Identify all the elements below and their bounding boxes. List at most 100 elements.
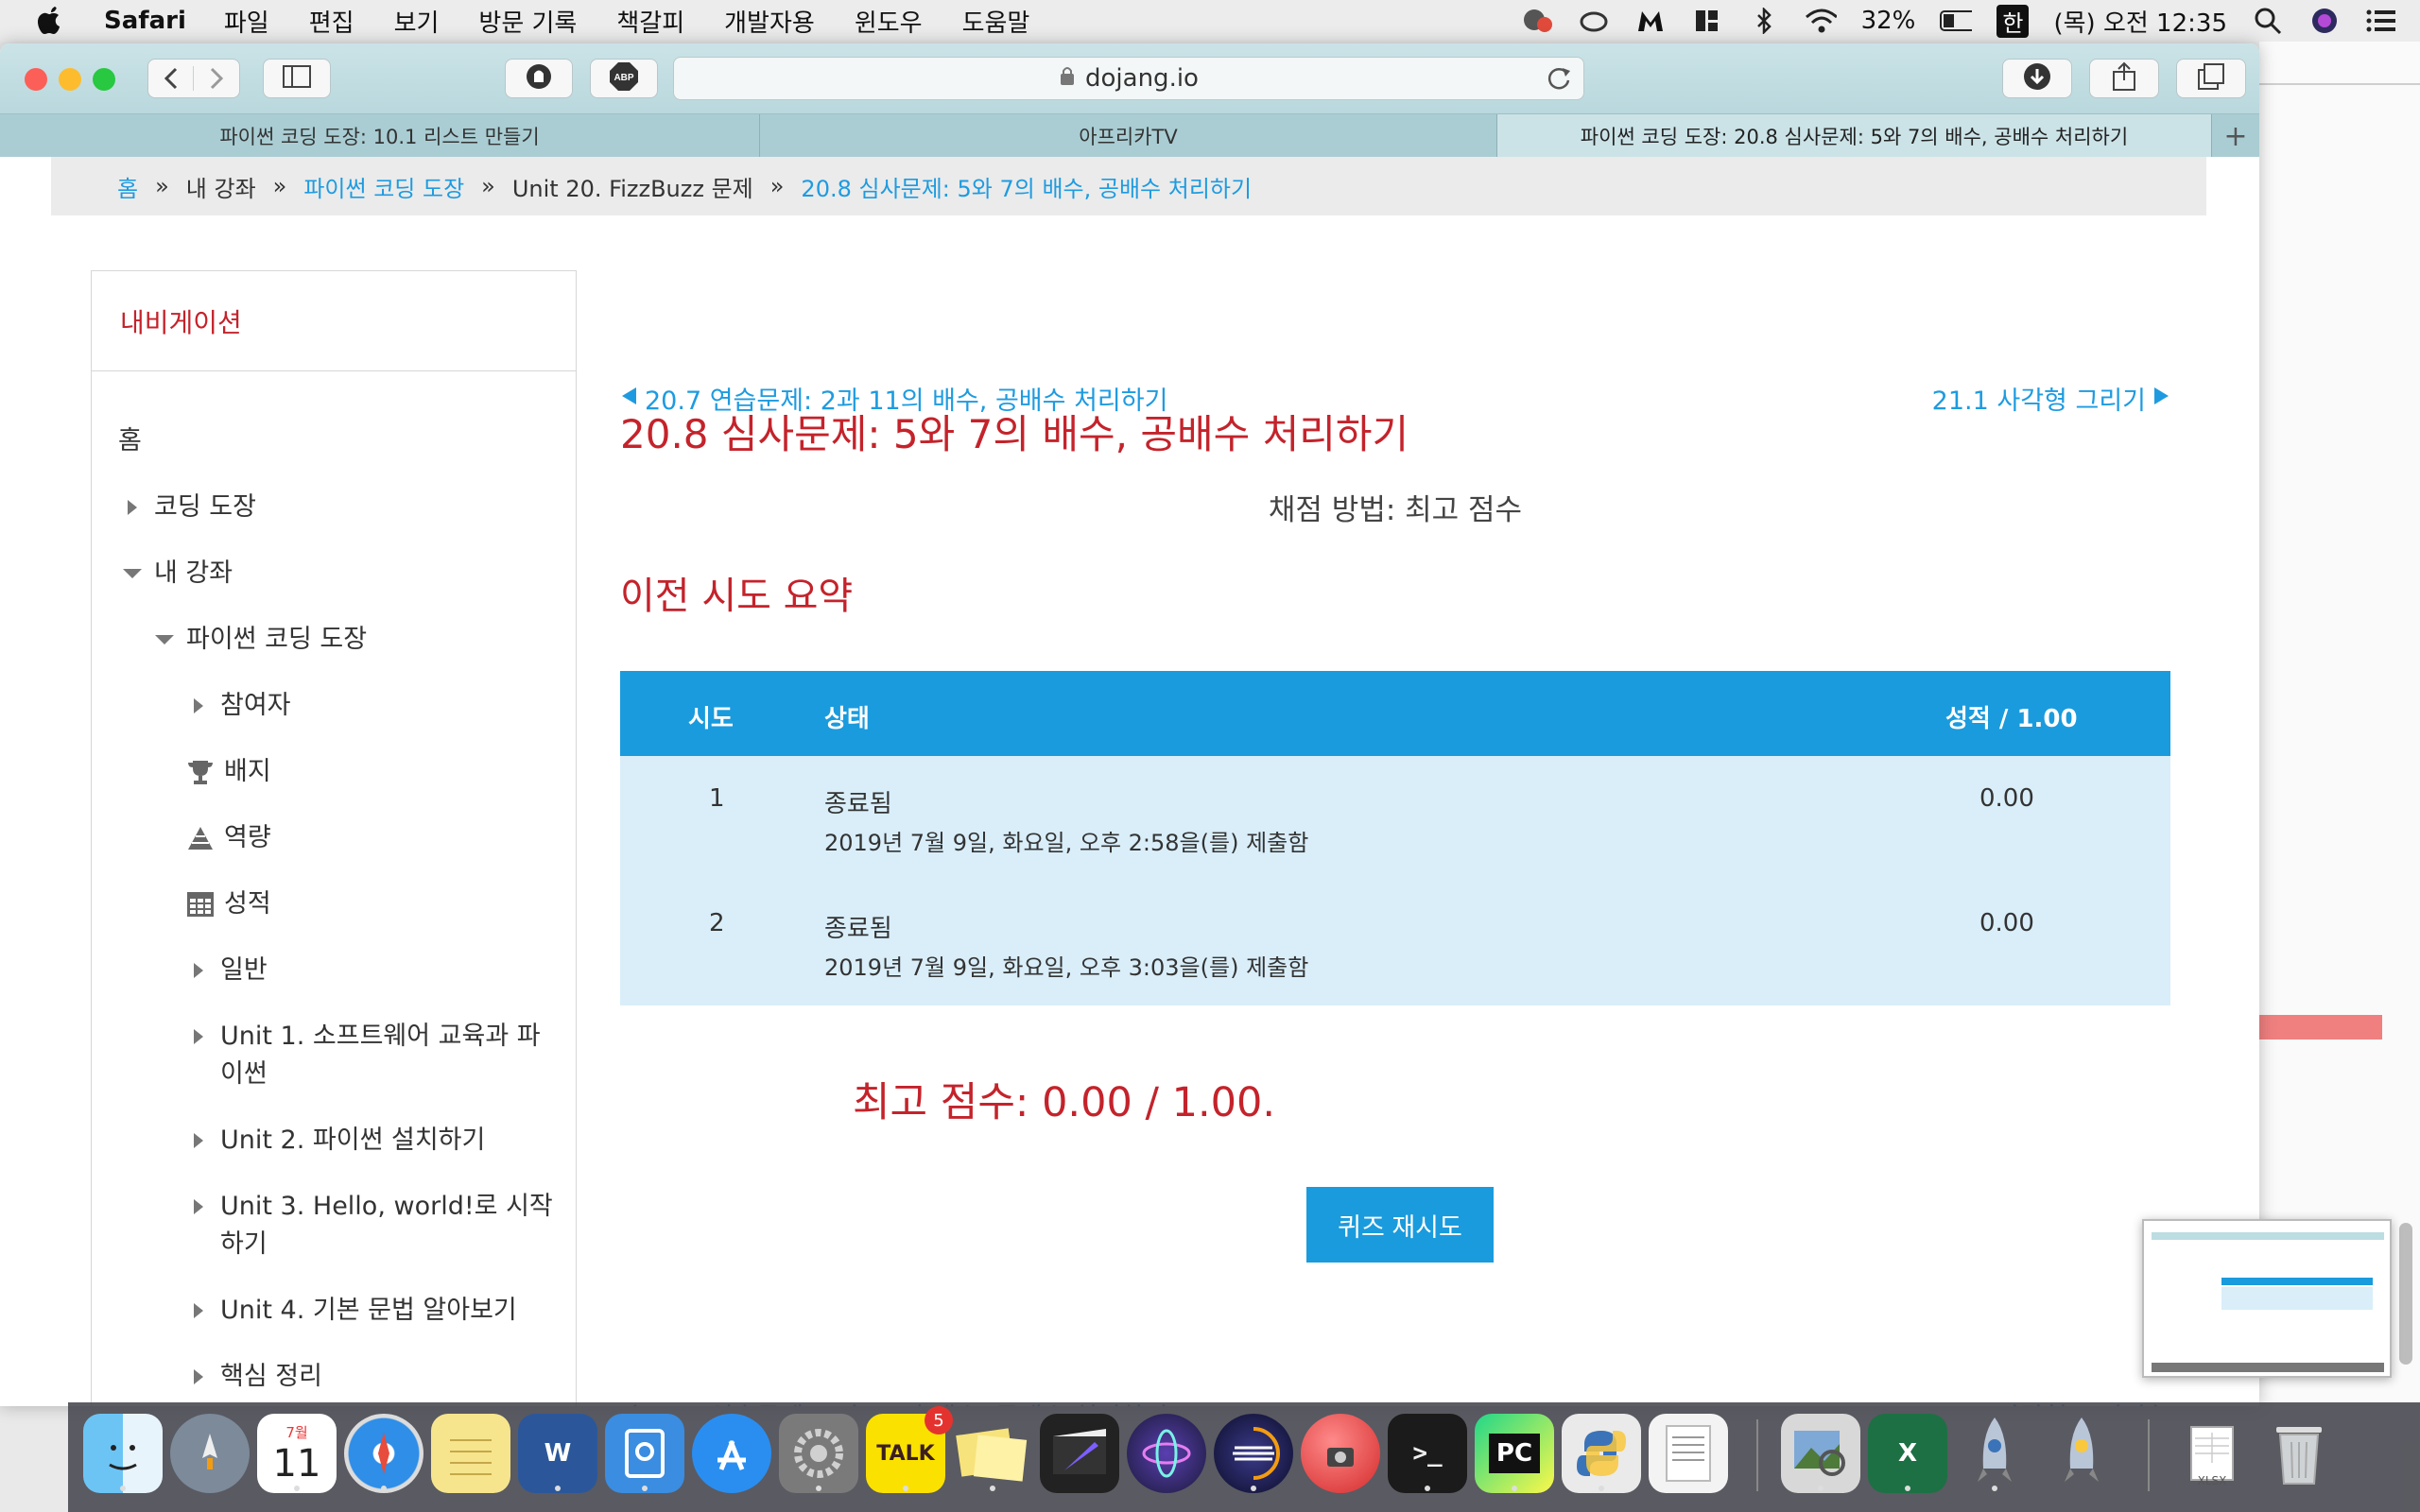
app-menu-safari[interactable]: Safari <box>104 7 186 35</box>
breadcrumb-course[interactable]: 파이썬 코딩 도장 <box>303 170 464 203</box>
nav-item-participants[interactable]: 참여자 <box>184 687 291 725</box>
background-scrollbar[interactable] <box>2399 1223 2412 1365</box>
downloads-button[interactable] <box>2002 59 2072 98</box>
menu-edit[interactable]: 편집 <box>309 4 354 39</box>
notification-center-icon[interactable] <box>2365 8 2397 34</box>
nav-label: 코딩 도장 <box>154 492 256 522</box>
nav-item-unit-4[interactable]: Unit 4. 기본 문법 알아보기 <box>184 1292 517 1330</box>
tab-title: 파이썬 코딩 도장: 10.1 리스트 만들기 <box>219 126 540 148</box>
attempt-submitted-time: 2019년 7월 9일, 화요일, 오후 3:03을(를) 제출함 <box>824 954 1309 981</box>
nav-item-badges[interactable]: 배지 <box>184 753 271 791</box>
eclipse-icon[interactable] <box>1214 1414 1293 1493</box>
nav-item-general[interactable]: 일반 <box>184 952 268 989</box>
nav-item-competencies[interactable]: 역량 <box>184 819 271 857</box>
nav-item-grades[interactable]: 성적 <box>184 885 271 923</box>
pycharm-icon[interactable]: PC <box>1475 1414 1554 1493</box>
next-activity-link[interactable]: 21.1 사각형 그리기 <box>1932 380 2170 417</box>
bluetooth-icon[interactable] <box>1748 8 1780 34</box>
thumbnail-toolbar <box>2152 1232 2384 1240</box>
nav-item-unit-3[interactable]: Unit 3. Hello, world!로 시작 하기 <box>184 1188 553 1263</box>
notes-icon[interactable] <box>431 1414 510 1493</box>
spotlight-search-icon[interactable] <box>2252 8 2284 35</box>
nav-item-unit-2[interactable]: Unit 2. 파이썬 설치하기 <box>184 1122 485 1160</box>
trash-icon[interactable] <box>2259 1414 2339 1493</box>
reload-icon[interactable] <box>1546 65 1572 98</box>
hancom-office-icon[interactable] <box>605 1414 684 1493</box>
malwarebytes-icon[interactable] <box>1634 8 1667 34</box>
python-rocket-icon-2[interactable] <box>2042 1414 2121 1493</box>
adblock-extension-button[interactable]: ABP <box>590 59 658 98</box>
calendar-icon[interactable]: 7월 11 <box>257 1414 337 1493</box>
caret-right-icon <box>184 1122 213 1160</box>
menu-bookmarks[interactable]: 책갈피 <box>616 4 684 39</box>
back-arrow-icon[interactable] <box>148 66 194 91</box>
launchpad-icon[interactable] <box>170 1414 250 1493</box>
close-window-button[interactable] <box>25 68 47 91</box>
python-rocket-icon[interactable] <box>1955 1414 2034 1493</box>
menu-view[interactable]: 보기 <box>394 4 440 39</box>
background-window-divider <box>2259 83 2420 85</box>
word-icon[interactable]: W <box>518 1414 597 1493</box>
screenshot-thumbnail[interactable] <box>2142 1219 2392 1378</box>
safari-icon[interactable] <box>344 1414 424 1493</box>
stickies-icon[interactable] <box>953 1414 1032 1493</box>
nav-item-my-courses[interactable]: 내 강좌 <box>118 555 233 593</box>
input-source-indicator[interactable]: 한 <box>1996 4 2030 38</box>
address-bar[interactable]: dojang.io <box>673 57 1584 100</box>
new-tab-button[interactable]: + <box>2212 114 2259 158</box>
nav-item-home[interactable]: 홈 <box>118 422 142 460</box>
dock-separator <box>2148 1419 2150 1491</box>
attempt-number: 1 <box>709 784 725 813</box>
apple-icon[interactable] <box>34 5 66 37</box>
tab-afreecatv[interactable]: 아프리카TV <box>760 114 1497 158</box>
sidebar-toggle-button[interactable] <box>263 59 331 98</box>
minimize-window-button[interactable] <box>59 68 81 91</box>
nav-label: Unit 2. 파이썬 설치하기 <box>220 1125 486 1155</box>
tab-overview-button[interactable] <box>2176 59 2246 98</box>
menu-bar: Safari 파일 편집 보기 방문 기록 책갈피 개발자용 윈도우 도움말 3… <box>0 0 2420 42</box>
menu-develop[interactable]: 개발자용 <box>724 4 815 39</box>
nav-item-unit-1[interactable]: Unit 1. 소프트웨어 교육과 파 이썬 <box>184 1018 541 1093</box>
tab-current-quiz[interactable]: 파이썬 코딩 도장: 20.8 심사문제: 5와 7의 배수, 공배수 처리하기 <box>1497 114 2212 158</box>
siri-icon[interactable] <box>2308 8 2341 34</box>
menu-help[interactable]: 도움말 <box>962 4 1030 39</box>
notification-icon[interactable] <box>1521 8 1553 34</box>
kakaotalk-icon[interactable]: TALK 5 <box>866 1406 953 1493</box>
breadcrumb-home[interactable]: 홈 <box>117 170 138 203</box>
finder-icon[interactable] <box>83 1414 163 1493</box>
nav-item-coding-dojang[interactable]: 코딩 도장 <box>118 489 256 526</box>
tab-bar: 파이썬 코딩 도장: 10.1 리스트 만들기 아프리카TV 파이썬 코딩 도장… <box>0 113 2259 158</box>
plus-icon: + <box>2223 119 2248 153</box>
terminal-icon[interactable]: >_ <box>1388 1414 1467 1493</box>
python-launcher-icon[interactable] <box>1562 1414 1641 1493</box>
photo-booth-icon[interactable] <box>1301 1414 1380 1493</box>
battery-icon[interactable] <box>1940 8 1973 34</box>
tab-list-tutorial[interactable]: 파이썬 코딩 도장: 10.1 리스트 만들기 <box>0 114 760 158</box>
header-grade: 성적 / 1.00 <box>1945 705 2078 733</box>
system-preferences-icon[interactable] <box>779 1414 858 1493</box>
menu-history[interactable]: 방문 기록 <box>478 4 577 39</box>
wifi-icon[interactable] <box>1805 8 1837 34</box>
menu-window[interactable]: 윈도우 <box>855 4 923 39</box>
caret-right-icon <box>184 1188 213 1226</box>
final-cut-pro-icon[interactable] <box>1040 1414 1119 1493</box>
preview-icon[interactable] <box>1781 1414 1860 1493</box>
share-button[interactable] <box>2089 59 2159 98</box>
motion-icon[interactable] <box>1127 1414 1206 1493</box>
creative-cloud-icon[interactable] <box>1578 8 1610 34</box>
xlsx-document-icon[interactable]: XLSX <box>2172 1414 2252 1493</box>
excel-icon[interactable]: X <box>1868 1414 1947 1493</box>
menubar-clock[interactable]: (목) 오전 12:35 <box>2053 4 2227 39</box>
retry-quiz-button[interactable]: 퀴즈 재시도 <box>1306 1187 1494 1263</box>
nav-item-python-course[interactable]: 파이썬 코딩 도장 <box>150 621 367 659</box>
app-store-icon[interactable] <box>692 1414 771 1493</box>
grading-method: 채점 방법: 최고 점수 <box>1268 493 1523 527</box>
ghostery-extension-button[interactable] <box>505 59 573 98</box>
textedit-icon[interactable] <box>1649 1414 1728 1493</box>
zoom-window-button[interactable] <box>93 68 115 91</box>
nav-item-key-summary[interactable]: 핵심 정리 <box>184 1358 322 1396</box>
svg-text:ABP: ABP <box>614 73 633 83</box>
magnet-icon[interactable] <box>1691 8 1723 34</box>
forward-arrow-icon[interactable] <box>194 66 239 91</box>
menu-file[interactable]: 파일 <box>224 4 269 39</box>
